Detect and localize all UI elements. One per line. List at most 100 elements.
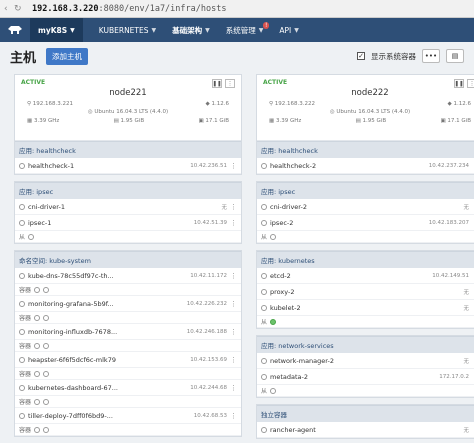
- container-row[interactable]: cni-driver-2 无 ⋮: [257, 199, 474, 215]
- menu-admin[interactable]: 系统管理! ▼: [218, 18, 272, 42]
- container-menu-icon[interactable]: ⋮: [229, 219, 237, 227]
- back-icon[interactable]: ‹: [4, 4, 14, 14]
- view-toggle-button[interactable]: ▤: [446, 49, 464, 63]
- container-name[interactable]: ipsec-1: [28, 219, 194, 227]
- host-disk: ▣ 17.1 GiB: [198, 118, 229, 124]
- container-row[interactable]: ipsec-2 10.42.183.207 ⋮: [257, 215, 474, 231]
- container-name[interactable]: monitoring-grafana-5b9f...: [28, 300, 187, 308]
- sidekick-dot-icon[interactable]: [43, 370, 50, 377]
- sidekick-label: 容器: [19, 371, 32, 378]
- sidekick-dot-icon[interactable]: [43, 286, 50, 293]
- container-row[interactable]: cni-driver-1 无 ⋮: [15, 199, 241, 215]
- group-title[interactable]: 应用: network-services: [257, 336, 474, 353]
- host-column: ACTIVE ❚❚ ⋮ node222 ⚲ 192.168.3.222 ◆ 1.…: [256, 74, 474, 439]
- sidekick-dot-icon[interactable]: [34, 370, 41, 377]
- menu-kubernetes[interactable]: KUBERNETES ▼: [91, 18, 164, 42]
- sidekick-dot-icon[interactable]: [43, 426, 50, 433]
- container-ip: 10.42.11.172: [190, 272, 227, 279]
- sidekick-dot-icon[interactable]: [43, 314, 50, 321]
- sidekick-dot-icon[interactable]: [28, 233, 35, 240]
- env-switcher[interactable]: myK8S ▼: [30, 18, 83, 42]
- container-name[interactable]: metadata-2: [270, 373, 439, 381]
- group-title[interactable]: 应用: healthcheck: [15, 141, 241, 158]
- container-name[interactable]: cni-driver-1: [28, 203, 221, 211]
- container-name[interactable]: etcd-2: [270, 272, 432, 280]
- container-name[interactable]: ipsec-2: [270, 219, 429, 227]
- container-row[interactable]: tiller-deploy-7dff0f6bd9-... 10.42.68.53…: [15, 408, 241, 424]
- container-name[interactable]: tiller-deploy-7dff0f6bd9-...: [28, 412, 194, 420]
- group-title[interactable]: 应用: healthcheck: [257, 141, 474, 158]
- sidekick-dot-icon[interactable]: [34, 342, 41, 349]
- service-group: 应用: kubernetes etcd-2 10.42.149.51 ⋮ pro…: [256, 250, 474, 329]
- container-row[interactable]: ipsec-1 10.42.51.39 ⋮: [15, 215, 241, 231]
- sidekick-dot-icon[interactable]: [34, 398, 41, 405]
- container-row[interactable]: monitoring-influxdb-7678... 10.42.246.18…: [15, 324, 241, 340]
- host-menu-icon[interactable]: ⋮: [225, 79, 235, 88]
- sidekick-dot-icon[interactable]: [270, 233, 277, 240]
- sidekick-dot-icon[interactable]: [34, 286, 41, 293]
- container-ip: 172.17.0.2: [439, 373, 469, 380]
- host-name[interactable]: node221: [21, 88, 235, 98]
- container-row[interactable]: monitoring-grafana-5b9f... 10.42.226.232…: [15, 296, 241, 312]
- container-row[interactable]: network-manager-2 无 ⋮: [257, 353, 474, 369]
- group-title[interactable]: 独立容器: [257, 405, 474, 422]
- container-row[interactable]: rancher-agent 无 ⋮: [257, 422, 474, 438]
- container-name[interactable]: rancher-agent: [270, 426, 463, 434]
- reload-icon[interactable]: ↻: [14, 4, 24, 14]
- sidekick-dot-icon[interactable]: [270, 318, 277, 325]
- status-icon: [19, 356, 25, 363]
- container-menu-icon[interactable]: ⋮: [229, 272, 237, 280]
- group-title[interactable]: 应用: ipsec: [15, 182, 241, 199]
- group-title[interactable]: 应用: kubernetes: [257, 251, 474, 268]
- sidekick-dot-icon[interactable]: [34, 314, 41, 321]
- menu-infrastructure[interactable]: 基础架构 ▼: [164, 18, 218, 42]
- host-menu-icon[interactable]: ⋮: [467, 79, 474, 88]
- container-row[interactable]: metadata-2 172.17.0.2 ⋮: [257, 369, 474, 385]
- container-name[interactable]: proxy-2: [270, 288, 463, 296]
- container-row[interactable]: etcd-2 10.42.149.51 ⋮: [257, 268, 474, 284]
- container-menu-icon[interactable]: ⋮: [229, 162, 237, 170]
- host-name[interactable]: node222: [263, 88, 474, 98]
- pause-icon[interactable]: ❚❚: [212, 79, 222, 88]
- container-menu-icon[interactable]: ⋮: [229, 300, 237, 308]
- rancher-logo-icon[interactable]: [6, 24, 24, 36]
- browser-url-bar[interactable]: ‹ ↻ 192.168.3.220:8080/env/1a7/infra/hos…: [0, 0, 474, 18]
- group-title[interactable]: 命名空间: kube-system: [15, 251, 241, 268]
- show-system-checkbox[interactable]: ✓: [357, 52, 365, 60]
- container-name[interactable]: network-manager-2: [270, 357, 463, 365]
- add-host-button[interactable]: 添加主机: [46, 47, 89, 65]
- container-menu-icon[interactable]: ⋮: [229, 384, 237, 392]
- container-name[interactable]: healthcheck-1: [28, 162, 190, 170]
- container-menu-icon[interactable]: ⋮: [229, 203, 237, 211]
- container-menu-icon[interactable]: ⋮: [229, 356, 237, 364]
- container-name[interactable]: monitoring-influxdb-7678...: [28, 328, 187, 336]
- container-name[interactable]: heapster-6f6f5dcf6c-mlk79: [28, 356, 190, 364]
- container-row[interactable]: kubernetes-dashboard-67... 10.42.244.68 …: [15, 380, 241, 396]
- menu-api[interactable]: API ▼: [271, 18, 307, 42]
- host-column: ACTIVE ❚❚ ⋮ node221 ⚲ 192.168.3.221 ◆ 1.…: [14, 74, 242, 439]
- container-row[interactable]: healthcheck-1 10.42.236.51 ⋮: [15, 158, 241, 174]
- container-name[interactable]: kubelet-2: [270, 304, 463, 312]
- container-row[interactable]: kube-dns-78c55df97c-th... 10.42.11.172 ⋮: [15, 268, 241, 284]
- sidekick-dot-icon[interactable]: [43, 342, 50, 349]
- url-field[interactable]: 192.168.3.220:8080/env/1a7/infra/hosts: [32, 4, 226, 14]
- container-name[interactable]: kube-dns-78c55df97c-th...: [28, 272, 190, 280]
- container-row[interactable]: heapster-6f6f5dcf6c-mlk79 10.42.153.69 ⋮: [15, 352, 241, 368]
- container-row[interactable]: proxy-2 无 ⋮: [257, 284, 474, 300]
- sidekick-dot-icon[interactable]: [34, 426, 41, 433]
- container-row[interactable]: kubelet-2 无 ⋮: [257, 300, 474, 316]
- sidekick-dot-icon[interactable]: [270, 387, 277, 394]
- sidekick-label: 容器: [19, 287, 32, 294]
- alert-badge: !: [262, 22, 270, 29]
- host-card: ACTIVE ❚❚ ⋮ node222 ⚲ 192.168.3.222 ◆ 1.…: [256, 74, 474, 175]
- container-name[interactable]: kubernetes-dashboard-67...: [28, 384, 190, 392]
- group-title[interactable]: 应用: ipsec: [257, 182, 474, 199]
- container-name[interactable]: healthcheck-2: [270, 162, 429, 170]
- pause-icon[interactable]: ❚❚: [454, 79, 464, 88]
- sidekick-dot-icon[interactable]: [43, 398, 50, 405]
- container-menu-icon[interactable]: ⋮: [229, 412, 237, 420]
- more-options-button[interactable]: •••: [422, 49, 440, 63]
- container-menu-icon[interactable]: ⋮: [229, 328, 237, 336]
- container-row[interactable]: healthcheck-2 10.42.237.234 ⋮: [257, 158, 474, 174]
- container-name[interactable]: cni-driver-2: [270, 203, 463, 211]
